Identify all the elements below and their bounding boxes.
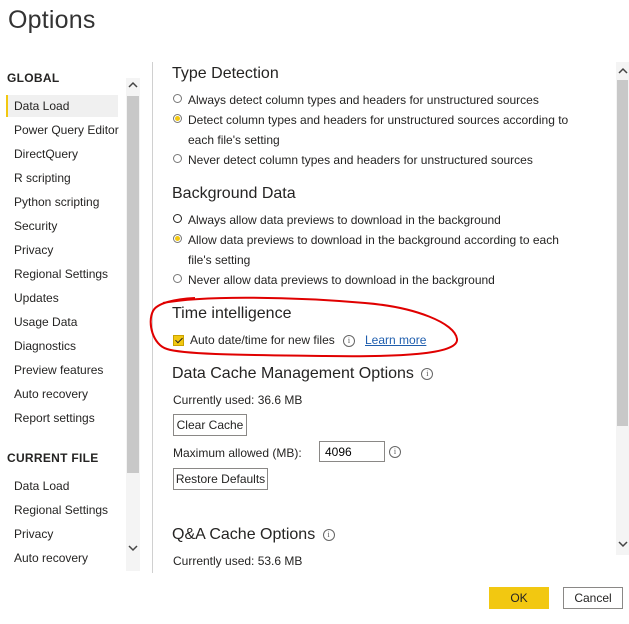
auto-date-time-checkbox[interactable]	[173, 335, 184, 346]
sidebar-item-updates[interactable]: Updates	[6, 287, 118, 309]
data-cache-currently-used: Currently used: 36.6 MB	[173, 393, 303, 407]
sidebar-item-preview-features[interactable]: Preview features	[6, 359, 118, 381]
window-title: Options	[8, 6, 96, 34]
sidebar-item-power-query-editor[interactable]: Power Query Editor	[6, 119, 119, 141]
option-label: Never detect column types and headers fo…	[188, 153, 533, 167]
sidebar-scrollbar-thumb[interactable]	[127, 96, 139, 473]
info-icon[interactable]: i	[389, 446, 401, 458]
sidebar-item-regional-settings[interactable]: Regional Settings	[6, 263, 118, 285]
sidebar-item-security[interactable]: Security	[6, 215, 118, 237]
qa-cache-currently-used: Currently used: 53.6 MB	[173, 554, 303, 568]
time-intelligence-heading: Time intelligence	[172, 305, 292, 322]
sidebar-nav: GLOBAL Data Load Power Query Editor Dire…	[0, 60, 143, 573]
info-icon[interactable]: i	[421, 367, 434, 380]
radio-button[interactable]	[173, 154, 182, 163]
clear-cache-button[interactable]: Clear Cache	[173, 414, 247, 436]
radio-button[interactable]	[173, 114, 182, 123]
radio-button[interactable]	[173, 94, 182, 103]
data-cache-heading: Data Cache Management Options i	[172, 365, 434, 383]
sidebar-item-file-data-load[interactable]: Data Load	[6, 475, 118, 497]
sidebar-item-file-privacy[interactable]: Privacy	[6, 523, 118, 545]
chevron-down-icon[interactable]	[616, 537, 629, 553]
background-data-heading: Background Data	[172, 185, 296, 202]
max-allowed-input[interactable]	[319, 441, 385, 462]
type-detection-heading: Type Detection	[172, 65, 279, 82]
option-label: Always allow data previews to download i…	[188, 213, 501, 227]
radio-button[interactable]	[173, 234, 182, 243]
option-label: Never allow data previews to download in…	[188, 273, 495, 287]
pane-divider	[152, 62, 153, 573]
chevron-up-icon[interactable]	[126, 78, 140, 94]
annotation-circle	[149, 296, 458, 358]
info-icon[interactable]: i	[343, 335, 355, 347]
sidebar-item-usage-data[interactable]: Usage Data	[6, 311, 118, 333]
learn-more-link[interactable]: Learn more	[365, 333, 426, 347]
sidebar-item-privacy[interactable]: Privacy	[6, 239, 118, 261]
sidebar-item-data-load[interactable]: Data Load	[6, 95, 118, 117]
global-section-header: GLOBAL	[7, 71, 60, 85]
sidebar-item-file-regional-settings[interactable]: Regional Settings	[6, 499, 118, 521]
auto-date-time-label: Auto date/time for new files	[190, 333, 335, 347]
sidebar-item-directquery[interactable]: DirectQuery	[6, 143, 118, 165]
ok-button[interactable]: OK	[489, 587, 549, 609]
qa-cache-heading-text: Q&A Cache Options	[172, 526, 316, 543]
sidebar-item-auto-recovery[interactable]: Auto recovery	[6, 383, 118, 405]
info-icon[interactable]: i	[322, 528, 335, 541]
sidebar-item-python-scripting[interactable]: Python scripting	[6, 191, 118, 213]
option-label: Allow data previews to download in the b…	[188, 233, 559, 267]
qa-cache-heading: Q&A Cache Options i	[172, 526, 335, 544]
sidebar-item-report-settings[interactable]: Report settings	[6, 407, 118, 429]
radio-button[interactable]	[173, 214, 182, 223]
sidebar-item-diagnostics[interactable]: Diagnostics	[6, 335, 118, 357]
main-scrollbar-thumb[interactable]	[617, 80, 628, 426]
chevron-down-icon[interactable]	[126, 541, 140, 557]
chevron-up-icon[interactable]	[616, 64, 629, 80]
data-cache-heading-text: Data Cache Management Options	[172, 365, 414, 382]
sidebar-item-file-auto-recovery[interactable]: Auto recovery	[6, 547, 118, 569]
current-file-section-header: CURRENT FILE	[7, 451, 99, 465]
sidebar-item-r-scripting[interactable]: R scripting	[6, 167, 118, 189]
restore-defaults-button[interactable]: Restore Defaults	[173, 468, 268, 490]
option-label: Always detect column types and headers f…	[188, 93, 539, 107]
radio-button[interactable]	[173, 274, 182, 283]
option-label: Detect column types and headers for unst…	[188, 113, 569, 147]
max-allowed-label: Maximum allowed (MB):	[173, 446, 302, 460]
cancel-button[interactable]: Cancel	[563, 587, 623, 609]
